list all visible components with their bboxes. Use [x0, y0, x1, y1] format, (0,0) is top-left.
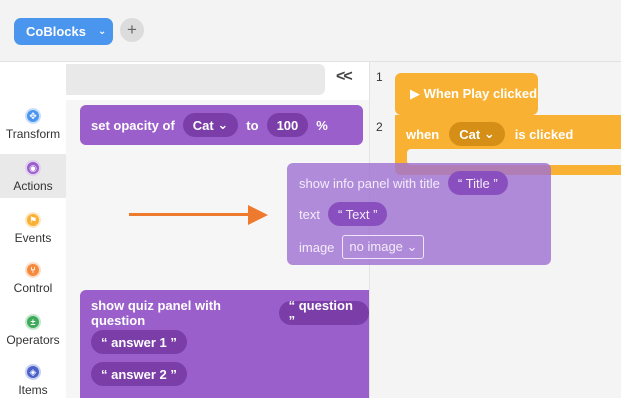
- block-text: set opacity of: [91, 117, 175, 133]
- image-dropdown[interactable]: no image ⌄: [342, 235, 425, 259]
- category-transform[interactable]: ✥ Transform: [0, 108, 66, 144]
- category-items[interactable]: ◈ Items: [0, 364, 66, 398]
- category-label: Events: [14, 231, 52, 245]
- category-label: Actions: [13, 179, 53, 193]
- actions-icon: ◉: [25, 160, 41, 176]
- unit-label: %: [316, 117, 328, 133]
- category-actions[interactable]: ◉ Actions: [0, 154, 66, 198]
- category-control[interactable]: ⑂ Control: [0, 262, 66, 298]
- block-text: show quiz panel with question: [91, 298, 221, 328]
- answer-1-input[interactable]: “ answer 1 ”: [91, 330, 187, 354]
- category-label: Items: [18, 383, 48, 397]
- block-text: when: [406, 126, 440, 142]
- arrow-indicator: [129, 213, 251, 216]
- category-events[interactable]: ⚑ Events: [0, 212, 66, 248]
- target-dropdown[interactable]: Cat ⌄: [182, 113, 239, 137]
- when-play-clicked-block[interactable]: ▶ When Play clicked: [395, 73, 538, 115]
- category-label: Transform: [5, 127, 61, 141]
- show-info-panel-block[interactable]: show info panel with title “ Title ” tex…: [287, 163, 551, 265]
- chevron-down-icon: ⌄: [483, 126, 495, 141]
- question-input[interactable]: “ question ”: [278, 298, 369, 328]
- top-toolbar: CoBlocks ⌄ +: [0, 0, 621, 62]
- chevron-down-icon: ⌄: [97, 26, 107, 37]
- target-dropdown[interactable]: Cat ⌄: [449, 122, 505, 146]
- dropdown-value: Cat: [459, 126, 481, 142]
- transform-icon: ✥: [25, 108, 41, 124]
- category-label: Operators: [6, 333, 60, 347]
- block-text: to: [246, 117, 259, 133]
- block-text: is clicked: [514, 126, 574, 142]
- category-label: Control: [13, 281, 53, 295]
- items-icon: ◈: [25, 364, 41, 380]
- add-project-button[interactable]: +: [120, 18, 144, 42]
- dropdown-value: Cat: [192, 117, 214, 133]
- category-operators[interactable]: ± Operators: [0, 314, 66, 350]
- block-text: image: [299, 239, 335, 255]
- collapse-palette-button[interactable]: <<: [336, 68, 353, 86]
- line-number: 1: [376, 70, 383, 84]
- block-text: text: [299, 206, 320, 222]
- set-opacity-block[interactable]: set opacity of Cat ⌄ to 100 %: [80, 105, 363, 145]
- control-icon: ⑂: [25, 262, 41, 278]
- project-label: CoBlocks: [26, 24, 86, 39]
- operators-icon: ±: [25, 314, 41, 330]
- line-number: 2: [376, 120, 383, 134]
- block-text: show info panel with title: [299, 175, 440, 191]
- answer-2-input[interactable]: “ answer 2 ”: [91, 362, 187, 386]
- text-input[interactable]: “ Text ”: [327, 202, 388, 226]
- events-icon: ⚑: [25, 212, 41, 228]
- arrow-head-icon: [248, 205, 268, 225]
- chevron-down-icon: ⌄: [217, 117, 229, 132]
- title-input[interactable]: “ Title ”: [447, 171, 508, 195]
- show-quiz-panel-block[interactable]: show quiz panel with question “ question…: [80, 290, 369, 398]
- project-dropdown-button[interactable]: CoBlocks ⌄: [14, 18, 113, 45]
- opacity-value-input[interactable]: 100: [266, 113, 309, 137]
